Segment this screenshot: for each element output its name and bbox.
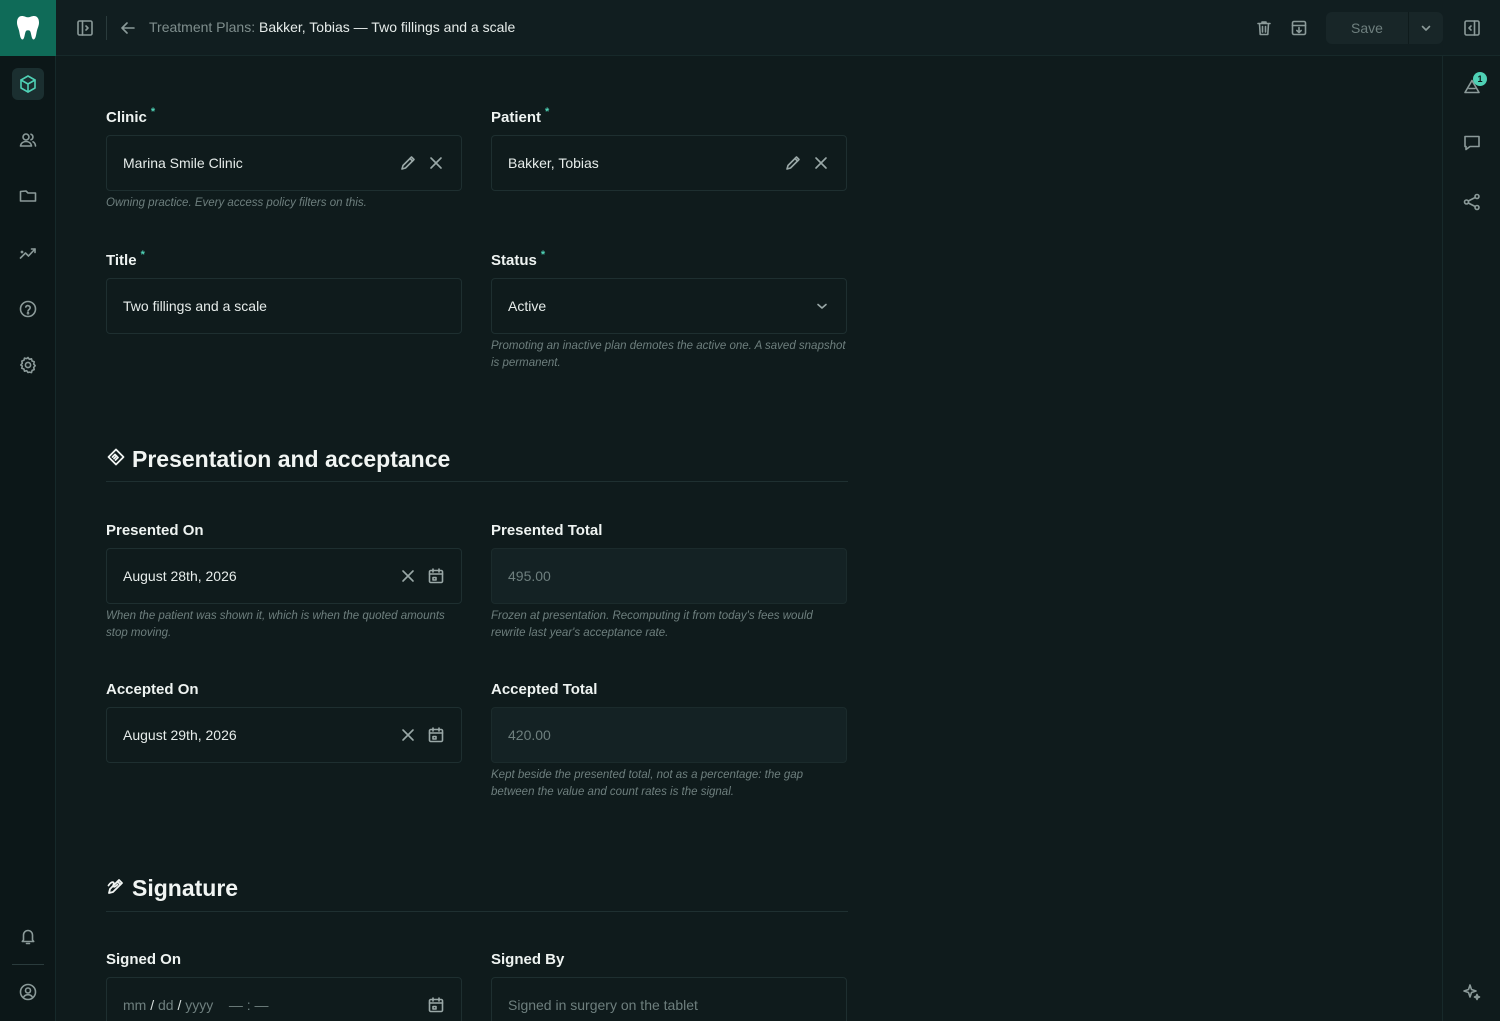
presented-total-field: 495.00 [491, 548, 847, 604]
trash-icon[interactable] [1254, 18, 1274, 38]
patient-field[interactable]: Bakker, Tobias [491, 135, 847, 191]
clinic-hint: Owning practice. Every access policy fil… [106, 197, 367, 209]
handshake-icon [106, 446, 126, 473]
presented-total-label: Presented Total [491, 522, 603, 539]
signed-on-placeholder: mm / dd / yyyy — : — [123, 997, 269, 1013]
pencil-icon[interactable] [399, 154, 417, 175]
top-bar: Treatment Plans: Bakker, Tobias — Two fi… [56, 0, 1500, 56]
status-value: Active [508, 298, 547, 314]
calendar-icon[interactable] [427, 726, 445, 747]
folder-icon[interactable] [12, 180, 44, 212]
calendar-icon[interactable] [427, 996, 445, 1017]
back-arrow-icon[interactable] [118, 18, 138, 38]
presented-total-hint: Frozen at presentation. Recomputing it f… [491, 610, 813, 639]
clinic-label: Clinic * [106, 106, 156, 126]
breadcrumb-section[interactable]: Treatment Plans: [149, 19, 255, 35]
sidebar-toggle-icon[interactable] [75, 18, 95, 38]
signature-title: Signature [132, 875, 239, 901]
chevron-down-icon [814, 297, 830, 318]
presented-total-value: 495.00 [508, 568, 551, 584]
clinic-field[interactable]: Marina Smile Clinic [106, 135, 462, 191]
patient-label: Patient * [491, 106, 550, 126]
section-divider [106, 911, 848, 912]
tooth-logo-icon[interactable] [0, 0, 56, 56]
share-icon[interactable] [1462, 192, 1482, 212]
close-icon[interactable] [399, 567, 417, 588]
breadcrumb: Treatment Plans: Bakker, Tobias — Two fi… [149, 19, 515, 35]
signed-by-placeholder: Signed in surgery on the tablet [508, 997, 698, 1013]
patient-value: Bakker, Tobias [508, 155, 599, 171]
save-button[interactable]: Save [1326, 12, 1408, 44]
accepted-on-date-field[interactable]: August 29th, 2026 [106, 707, 462, 763]
pencil-icon[interactable] [784, 154, 802, 175]
accepted-total-value: 420.00 [508, 727, 551, 743]
sparkle-icon[interactable] [1462, 982, 1482, 1002]
clinic-value: Marina Smile Clinic [123, 155, 243, 171]
analytics-icon[interactable] [12, 237, 44, 269]
right-rail: 1 [1442, 56, 1500, 1021]
box-icon[interactable] [12, 68, 44, 100]
close-icon[interactable] [399, 726, 417, 747]
section-divider [106, 481, 848, 482]
status-label: Status * [491, 249, 546, 269]
notification-badge: 1 [1473, 72, 1487, 86]
calendar-icon[interactable] [427, 567, 445, 588]
signed-on-label: Signed On [106, 951, 181, 968]
accepted-total-label: Accepted Total [491, 681, 598, 698]
toolbar-separator [106, 16, 107, 40]
chevron-down-icon[interactable] [1409, 12, 1443, 44]
presented-on-hint: When the patient was shown it, which is … [106, 610, 445, 639]
archive-download-icon[interactable] [1289, 18, 1309, 38]
account-icon[interactable] [12, 976, 44, 1008]
signed-on-datetime-input[interactable]: mm / dd / yyyy — : — [106, 977, 462, 1021]
close-icon[interactable] [812, 154, 830, 175]
settings-icon[interactable] [12, 349, 44, 381]
accepted-total-hint: Kept beside the presented total, not as … [491, 769, 804, 798]
right-panel-toggle-icon[interactable] [1462, 18, 1482, 38]
required-marker: * [140, 249, 145, 261]
rail-divider [12, 964, 44, 965]
presentation-title: Presentation and acceptance [132, 446, 451, 472]
signature-icon [106, 875, 126, 902]
bell-icon[interactable] [12, 920, 44, 952]
title-input[interactable]: Two fillings and a scale [106, 278, 462, 334]
signed-by-label: Signed By [491, 951, 565, 968]
close-icon[interactable] [427, 154, 445, 175]
status-select[interactable]: Active [491, 278, 847, 334]
presented-on-label: Presented On [106, 522, 204, 539]
status-hint: Promoting an inactive plan demotes the a… [491, 340, 846, 369]
title-value: Two fillings and a scale [123, 298, 267, 314]
required-marker: * [545, 106, 550, 118]
left-rail [0, 0, 56, 1021]
title-label: Title * [106, 249, 145, 269]
signature-section-title: Signature [106, 875, 238, 902]
comment-icon[interactable] [1462, 133, 1482, 153]
help-icon[interactable] [12, 293, 44, 325]
presentation-section-title: Presentation and acceptance [106, 446, 450, 473]
breadcrumb-record: Bakker, Tobias — Two fillings and a scal… [258, 19, 516, 35]
accepted-on-value: August 29th, 2026 [123, 727, 237, 743]
required-marker: * [150, 106, 156, 118]
accepted-total-field: 420.00 [491, 707, 847, 763]
signed-by-input[interactable]: Signed in surgery on the tablet [491, 977, 847, 1021]
save-button-group: Save [1326, 12, 1443, 44]
users-icon[interactable] [12, 124, 44, 156]
presented-on-value: August 28th, 2026 [123, 568, 237, 584]
accepted-on-label: Accepted On [106, 681, 199, 698]
treatment-plan-form: Clinic * Marina Smile Clinic Owning pract… [56, 56, 1442, 1021]
required-marker: * [540, 249, 546, 261]
presented-on-date-field[interactable]: August 28th, 2026 [106, 548, 462, 604]
